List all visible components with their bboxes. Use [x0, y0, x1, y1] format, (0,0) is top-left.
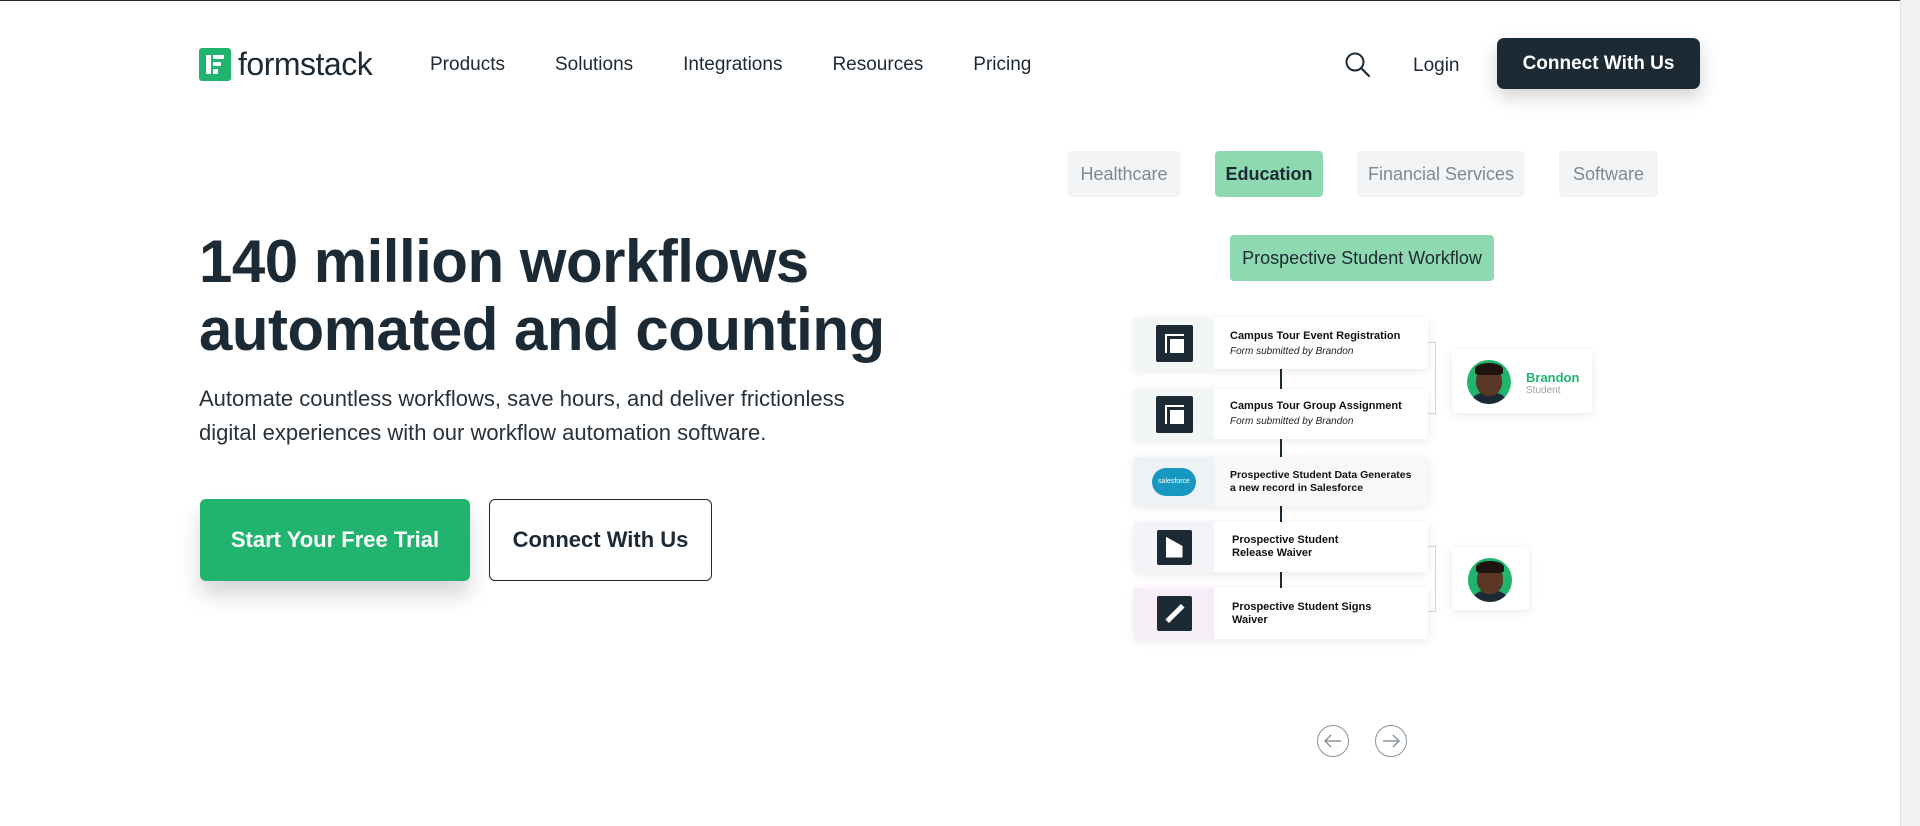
- connector-line: [1280, 506, 1282, 522]
- step-title: Prospective Student: [1232, 534, 1339, 546]
- workflow-step-3[interactable]: salesforce Prospective Student Data Gene…: [1134, 457, 1428, 506]
- prev-arrow-icon[interactable]: [1317, 725, 1349, 757]
- user-card[interactable]: Brandon Student: [1452, 350, 1592, 413]
- form-icon: [1134, 389, 1214, 439]
- nav-pricing[interactable]: Pricing: [973, 54, 1031, 76]
- logo-text: formstack: [238, 46, 373, 82]
- nav-products[interactable]: Products: [430, 54, 505, 76]
- bracket-line: [1428, 342, 1436, 414]
- hero-title-line1: 140 million workflows: [199, 228, 809, 295]
- form-icon: [1134, 318, 1214, 369]
- nav-resources[interactable]: Resources: [832, 54, 923, 76]
- avatar: [1468, 558, 1512, 602]
- nav-solutions[interactable]: Solutions: [555, 54, 633, 76]
- salesforce-badge: salesforce: [1152, 467, 1196, 496]
- workflow-step-5[interactable]: Prospective Student Signs Waiver: [1134, 588, 1428, 639]
- pen-icon: [1134, 588, 1214, 639]
- workflow-step-4[interactable]: Prospective Student Release Waiver: [1134, 522, 1428, 572]
- step-title-2: Waiver: [1232, 613, 1268, 626]
- workflow-step-1[interactable]: Campus Tour Event Registration Form subm…: [1134, 318, 1428, 369]
- step-detail: Form submitted by Brandon: [1230, 345, 1354, 357]
- step-title: Prospective Student Data Generates: [1230, 468, 1412, 481]
- main-nav: Products Solutions Integrations Resource…: [430, 54, 1031, 76]
- workflow-step-2[interactable]: Campus Tour Group Assignment Form submit…: [1134, 389, 1428, 439]
- avatar: [1467, 360, 1511, 404]
- tab-education[interactable]: Education: [1215, 151, 1323, 197]
- step-title: Prospective Student Signs: [1232, 600, 1372, 613]
- step-detail: Form submitted by Brandon: [1230, 416, 1354, 427]
- step-title: Campus Tour Group Assignment: [1230, 400, 1402, 412]
- tab-healthcare[interactable]: Healthcare: [1067, 151, 1181, 197]
- search-icon[interactable]: [1344, 51, 1372, 79]
- start-free-trial-button[interactable]: Start Your Free Trial: [200, 499, 470, 581]
- connector-line: [1280, 439, 1282, 457]
- step-title-2: Release Waiver: [1232, 547, 1313, 559]
- step-title-2: a new record in Salesforce: [1230, 481, 1364, 494]
- user-card-avatar-only[interactable]: [1452, 548, 1529, 610]
- hero-connect-button[interactable]: Connect With Us: [489, 499, 712, 581]
- hero-subtitle-line1: Automate countless workflows, save hours…: [199, 386, 845, 411]
- top-border: [0, 0, 1920, 1]
- salesforce-icon: salesforce: [1134, 457, 1214, 506]
- document-icon: [1134, 522, 1214, 572]
- hero-subtitle: Automate countless workflows, save hours…: [199, 382, 919, 450]
- hero-title-line2: automated and counting: [199, 296, 885, 363]
- hero-title: 140 million workflows automated and coun…: [199, 228, 885, 364]
- login-link[interactable]: Login: [1413, 55, 1460, 77]
- formstack-logo[interactable]: formstack: [199, 46, 373, 83]
- scrollbar[interactable]: [1900, 0, 1920, 826]
- tab-financial-services[interactable]: Financial Services: [1357, 151, 1525, 197]
- connector-line: [1280, 369, 1282, 389]
- nav-integrations[interactable]: Integrations: [683, 54, 782, 76]
- connect-with-us-button[interactable]: Connect With Us: [1497, 38, 1700, 89]
- user-name: Brandon: [1526, 370, 1580, 385]
- logo-mark-icon: [199, 48, 231, 81]
- next-arrow-icon[interactable]: [1375, 725, 1407, 757]
- hero-subtitle-line2: digital experiences with our workflow au…: [199, 420, 767, 445]
- bracket-line: [1428, 546, 1436, 612]
- tab-software[interactable]: Software: [1559, 151, 1658, 197]
- workflow-title: Prospective Student Workflow: [1230, 235, 1494, 281]
- user-role: Student: [1526, 385, 1561, 396]
- step-title: Campus Tour Event Registration: [1230, 329, 1401, 342]
- connector-line: [1280, 572, 1282, 588]
